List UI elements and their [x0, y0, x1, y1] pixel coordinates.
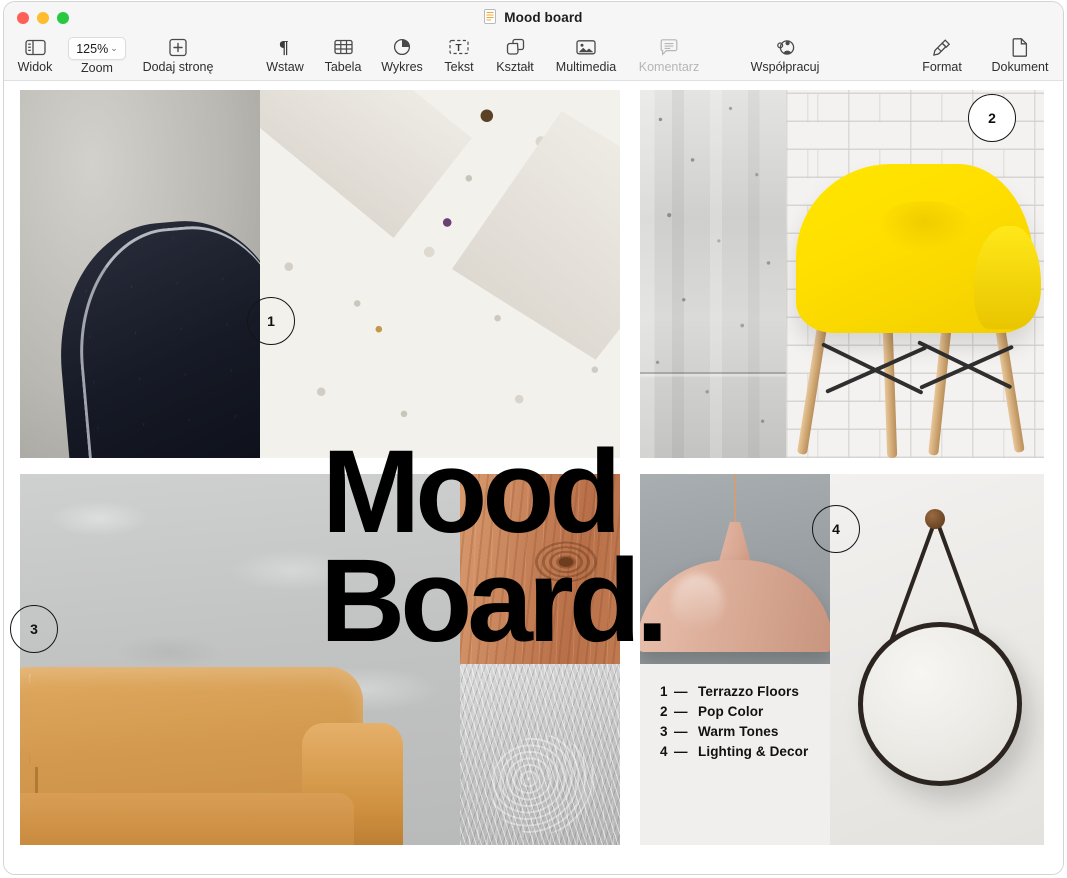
callout-badge-3[interactable]: 3	[10, 605, 58, 653]
callout-badge-2-label: 2	[988, 110, 996, 126]
legend-label: Lighting & Decor	[698, 744, 809, 759]
legend-item: 4 — Lighting & Decor	[660, 744, 808, 759]
mirror-wall-knob	[925, 509, 945, 529]
yellow-chair-armrest	[974, 226, 1042, 330]
toolbar-item-document[interactable]: Dokument	[977, 34, 1063, 74]
document-page-icon	[1012, 35, 1028, 59]
comment-icon	[660, 35, 678, 59]
toolbar-label-zoom: Zoom	[81, 61, 113, 75]
media-icon	[576, 35, 596, 59]
image-concrete-wall[interactable]	[640, 90, 786, 458]
mirror-glass	[858, 622, 1022, 786]
toolbar-item-zoom[interactable]: 125% ⌄ Zoom	[54, 34, 140, 75]
toolbar-label-table: Tabela	[324, 60, 362, 74]
shape-icon	[506, 35, 525, 59]
legend-number: 2	[660, 704, 668, 719]
concrete-grain	[640, 90, 786, 458]
add-page-icon	[169, 35, 187, 59]
toolbar-item-add-page[interactable]: Dodaj stronę	[135, 34, 221, 74]
sofa-creases	[28, 674, 302, 764]
zoom-dropdown[interactable]: 125% ⌄	[68, 37, 126, 60]
svg-text:¶: ¶	[279, 38, 289, 56]
legend-dash: —	[674, 724, 688, 739]
toolbar-label-insert: Wstaw	[266, 60, 304, 74]
image-pendant-lamp[interactable]	[640, 474, 830, 664]
pilcrow-icon: ¶	[278, 35, 293, 59]
toolbar-label-shape: Kształt	[496, 60, 534, 74]
callout-badge-1[interactable]: 1	[247, 297, 295, 345]
legend-dash: —	[674, 704, 688, 719]
text-box-icon: T	[449, 35, 469, 59]
legend-number: 1	[660, 684, 668, 699]
toolbar-item-format[interactable]: Format	[899, 34, 985, 74]
app-root: Mood board Widok 125% ⌄ Zoom Dodaj stron…	[0, 0, 1067, 878]
callout-badge-1-label: 1	[267, 313, 275, 329]
toolbar-item-comment[interactable]: Komentarz	[626, 34, 712, 74]
chevron-down-icon: ⌄	[110, 43, 118, 53]
table-icon	[333, 35, 353, 59]
legend-item: 3 — Warm Tones	[660, 724, 808, 739]
toolbar-label-text: Tekst	[444, 60, 474, 74]
toolbar-label-format: Format	[922, 60, 962, 74]
sofa-seat-cushion	[20, 793, 355, 845]
toolbar-label-view: Widok	[17, 60, 53, 74]
toolbar-item-collaborate[interactable]: Współpracuj	[742, 34, 828, 74]
toolbar-label-document: Dokument	[991, 60, 1049, 74]
lamp-highlight	[672, 574, 724, 632]
sidebar-icon	[24, 35, 46, 59]
toolbar-label-collaborate: Współpracuj	[750, 60, 820, 74]
legend-item: 1 — Terrazzo Floors	[660, 684, 808, 699]
main-toolbar: Widok 125% ⌄ Zoom Dodaj stronę ¶ Wstaw T…	[4, 34, 1063, 81]
window-titlebar: Mood board	[4, 2, 1063, 34]
wood-knot	[530, 538, 601, 585]
image-yellow-chair[interactable]	[786, 90, 1044, 458]
legend-item: 2 — Pop Color	[660, 704, 808, 719]
zoom-value: 125%	[76, 41, 109, 56]
legend-panel: 1 — Terrazzo Floors 2 — Pop Color 3 — Wa…	[640, 664, 830, 845]
format-brush-icon	[932, 35, 952, 59]
callout-badge-4[interactable]: 4	[812, 505, 860, 553]
legend-list: 1 — Terrazzo Floors 2 — Pop Color 3 — Wa…	[660, 684, 808, 759]
window-title: Mood board	[4, 9, 1063, 27]
image-plaster-sofa[interactable]	[20, 474, 460, 845]
callout-badge-3-label: 3	[30, 621, 38, 637]
collaborate-icon	[774, 35, 796, 59]
legend-label: Terrazzo Floors	[698, 684, 800, 699]
image-wood-grain[interactable]	[460, 474, 620, 664]
legend-dash: —	[674, 684, 688, 699]
legend-label: Warm Tones	[698, 724, 779, 739]
lamp-cord	[734, 474, 736, 524]
legend-number: 4	[660, 744, 668, 759]
yellow-chair-seat-shadow	[877, 200, 972, 252]
slide-page[interactable]: 1 — Terrazzo Floors 2 — Pop Color 3 — Wa…	[10, 90, 1044, 845]
image-fur-rug[interactable]	[460, 664, 620, 845]
concrete-seam	[640, 372, 786, 374]
lamp-shade	[640, 559, 830, 652]
document-icon	[484, 9, 497, 27]
window-title-text: Mood board	[504, 10, 583, 25]
image-dark-chair[interactable]	[20, 90, 260, 458]
toolbar-label-media: Multimedia	[555, 60, 617, 74]
svg-text:T: T	[456, 43, 462, 54]
toolbar-label-add-page: Dodaj stronę	[142, 60, 214, 74]
legend-number: 3	[660, 724, 668, 739]
toolbar-item-media[interactable]: Multimedia	[543, 34, 629, 74]
document-canvas[interactable]: 1 — Terrazzo Floors 2 — Pop Color 3 — Wa…	[4, 81, 1063, 874]
callout-badge-2[interactable]: 2	[968, 94, 1016, 142]
image-round-mirror[interactable]	[830, 474, 1044, 845]
callout-badge-4-label: 4	[832, 521, 840, 537]
chart-icon	[393, 35, 411, 59]
keynote-window: Mood board Widok 125% ⌄ Zoom Dodaj stron…	[4, 2, 1063, 874]
legend-label: Pop Color	[698, 704, 764, 719]
toolbar-label-comment: Komentarz	[638, 60, 700, 74]
legend-dash: —	[674, 744, 688, 759]
image-terrazzo[interactable]	[260, 90, 620, 458]
